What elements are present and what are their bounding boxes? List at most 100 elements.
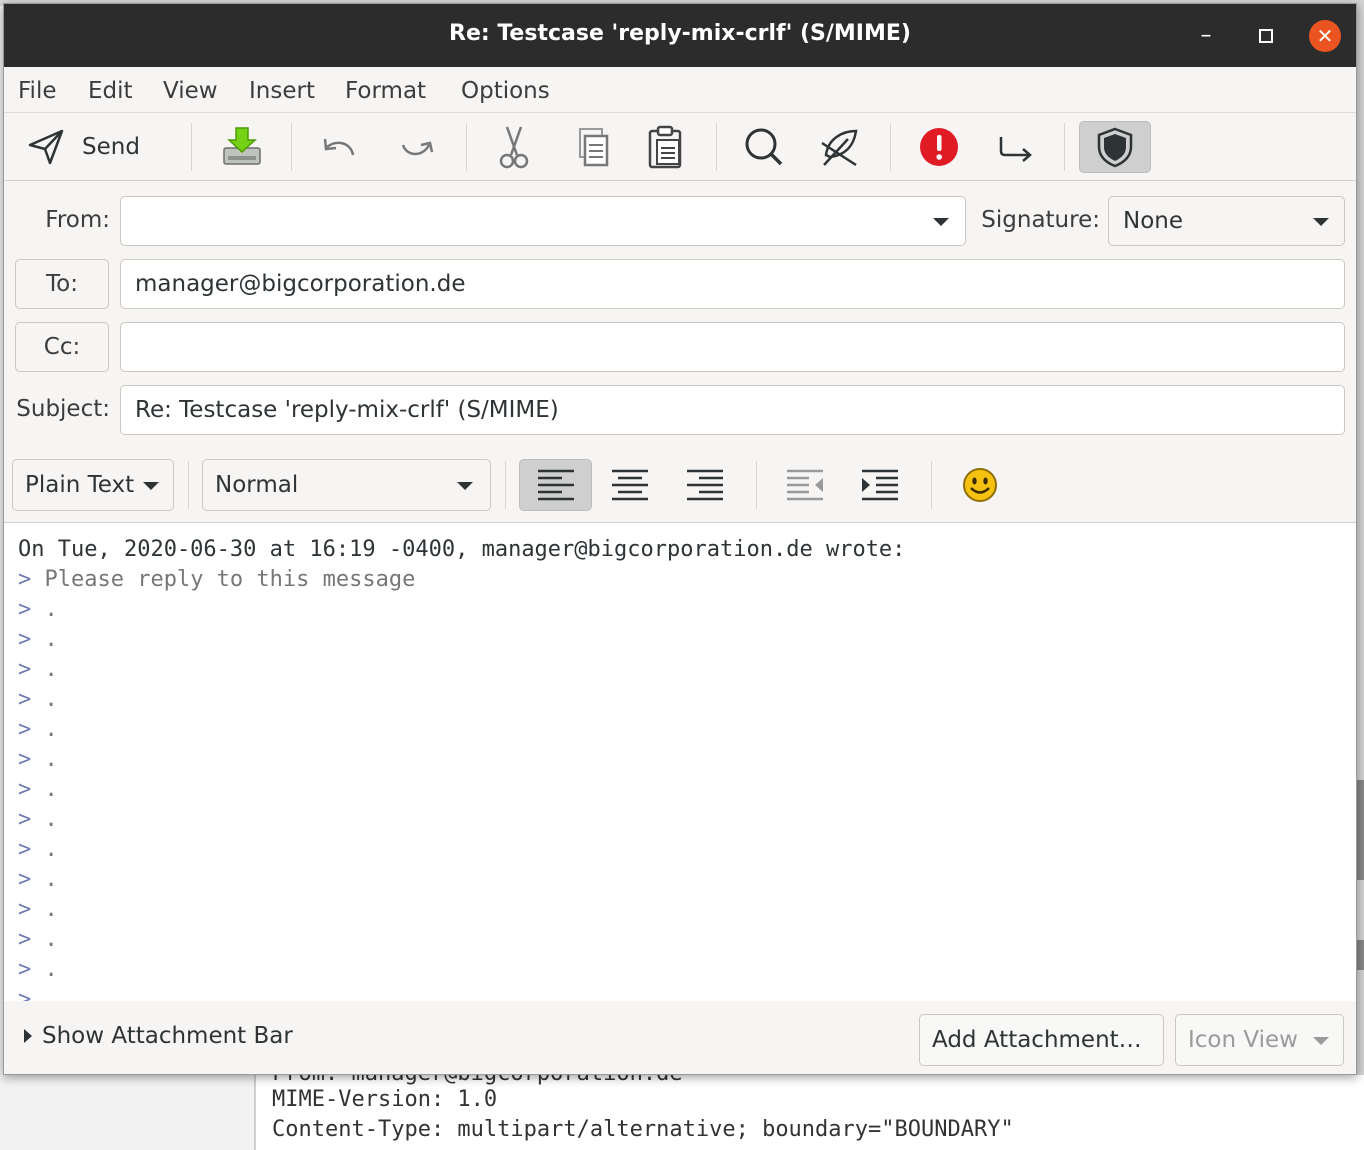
quoted-line: > . xyxy=(18,835,58,865)
to-button[interactable]: To: xyxy=(15,259,109,309)
subject-label: Subject: xyxy=(16,396,110,422)
terminal-line: Content-Type: multipart/alternative; bou… xyxy=(272,1117,1014,1142)
quoted-text: . xyxy=(44,777,58,802)
unindent-button[interactable] xyxy=(777,459,833,511)
menu-insert[interactable]: Insert xyxy=(249,78,315,104)
save-icon xyxy=(223,127,261,165)
paragraph-style-select[interactable]: Normal xyxy=(202,459,491,511)
quoted-text: . xyxy=(44,837,58,862)
background-window-right-edge xyxy=(1356,0,1364,1150)
main-toolbar: Send xyxy=(4,113,1356,181)
toolbar-separator xyxy=(1064,123,1065,171)
quote-marker: > xyxy=(18,597,32,622)
priority-icon xyxy=(920,128,958,166)
expand-triangle-icon xyxy=(24,1029,32,1043)
maximize-button[interactable] xyxy=(1250,20,1282,52)
editor-mode-select[interactable]: Plain Text xyxy=(12,459,174,511)
terminal-line: MIME-Version: 1.0 xyxy=(272,1087,498,1112)
menu-format[interactable]: Format xyxy=(345,78,426,104)
paste-button[interactable] xyxy=(635,121,695,173)
save-button[interactable] xyxy=(212,121,272,173)
add-attachment-button[interactable]: Add Attachment… xyxy=(919,1014,1164,1066)
quoted-line: > . xyxy=(18,985,58,1001)
copy-icon xyxy=(579,128,609,167)
chevron-down-icon xyxy=(933,218,949,226)
copy-button[interactable] xyxy=(562,121,622,173)
show-attachment-bar-toggle[interactable]: Show Attachment Bar xyxy=(24,1023,293,1049)
undo-button[interactable] xyxy=(309,121,369,173)
quoted-line: > . xyxy=(18,955,58,985)
align-left-button[interactable] xyxy=(519,459,592,511)
chevron-down-icon xyxy=(143,482,159,490)
toolbar-separator xyxy=(756,461,757,509)
menu-file[interactable]: File xyxy=(18,78,57,104)
message-body-editor[interactable]: On Tue, 2020-06-30 at 16:19 -0400, manag… xyxy=(4,523,1356,1001)
chevron-down-icon xyxy=(1313,1037,1329,1045)
send-button[interactable]: Send xyxy=(24,121,184,173)
security-button[interactable] xyxy=(1079,121,1151,173)
window-title: Re: Testcase 'reply-mix-crlf' (S/MIME) xyxy=(449,21,911,46)
subject-value: Re: Testcase 'reply-mix-crlf' (S/MIME) xyxy=(135,397,559,423)
quoted-line: > . xyxy=(18,865,58,895)
align-center-button[interactable] xyxy=(602,459,658,511)
menu-bar: File Edit View Insert Format Options xyxy=(4,67,1356,113)
quote-marker: > xyxy=(18,987,32,1001)
subject-field[interactable]: Re: Testcase 'reply-mix-crlf' (S/MIME) xyxy=(120,385,1345,435)
from-select[interactable] xyxy=(120,196,966,246)
undo-icon xyxy=(323,138,355,156)
quoted-line: > . xyxy=(18,895,58,925)
find-button[interactable] xyxy=(734,121,794,173)
cut-icon xyxy=(499,126,529,169)
toolbar-separator xyxy=(191,123,192,171)
align-right-button[interactable] xyxy=(677,459,733,511)
signature-select[interactable]: None xyxy=(1108,196,1345,246)
indent-button[interactable] xyxy=(852,459,908,511)
close-button[interactable]: ✕ xyxy=(1309,20,1341,52)
spellcheck-icon xyxy=(821,129,858,167)
quoted-line: > Please reply to this message xyxy=(18,565,415,595)
align-left-icon xyxy=(537,469,574,501)
quoted-text: . xyxy=(44,627,58,652)
quote-marker: > xyxy=(18,657,32,682)
quote-marker: > xyxy=(18,567,32,592)
return-receipt-icon xyxy=(999,137,1032,162)
quoted-text: . xyxy=(44,717,58,742)
quoted-text: . xyxy=(44,597,58,622)
to-field[interactable]: manager@bigcorporation.de xyxy=(120,259,1345,309)
quoted-line: > . xyxy=(18,655,58,685)
quote-marker: > xyxy=(18,777,32,802)
emoticon-button[interactable] xyxy=(952,459,1008,511)
unindent-icon xyxy=(787,469,823,501)
spellcheck-button[interactable] xyxy=(810,121,870,173)
quote-marker: > xyxy=(18,627,32,652)
quoted-line: > . xyxy=(18,805,58,835)
cut-button[interactable] xyxy=(484,121,544,173)
chevron-down-icon xyxy=(1313,218,1329,226)
show-attachment-bar-label: Show Attachment Bar xyxy=(42,1023,293,1049)
menu-options[interactable]: Options xyxy=(461,78,550,104)
quoted-line: > . xyxy=(18,715,58,745)
icon-view-select[interactable]: Icon View xyxy=(1175,1014,1344,1066)
quoted-text: . xyxy=(44,807,58,832)
cc-field[interactable] xyxy=(120,322,1345,372)
redo-icon xyxy=(401,141,434,156)
security-shield-icon xyxy=(1097,127,1133,168)
attachment-bar: Show Attachment Bar Add Attachment… Icon… xyxy=(4,1001,1356,1074)
quoted-line: > . xyxy=(18,595,58,625)
return-receipt-button[interactable] xyxy=(985,121,1045,173)
paste-icon xyxy=(648,125,682,169)
background-terminal: From: manager@bigcorporation.de MIME-Ver… xyxy=(254,1061,1364,1150)
cc-button[interactable]: Cc: xyxy=(15,322,109,372)
quoted-text: . xyxy=(44,867,58,892)
align-right-icon xyxy=(687,469,723,501)
quoted-line: > . xyxy=(18,745,58,775)
quote-marker: > xyxy=(18,897,32,922)
attribution-line: On Tue, 2020-06-30 at 16:19 -0400, manag… xyxy=(18,537,906,562)
minimize-button[interactable]: – xyxy=(1190,20,1222,52)
redo-button[interactable] xyxy=(387,121,447,173)
emoticon-icon xyxy=(963,468,997,502)
menu-edit[interactable]: Edit xyxy=(88,78,133,104)
quote-marker: > xyxy=(18,867,32,892)
menu-view[interactable]: View xyxy=(163,78,218,104)
priority-button[interactable] xyxy=(909,121,969,173)
